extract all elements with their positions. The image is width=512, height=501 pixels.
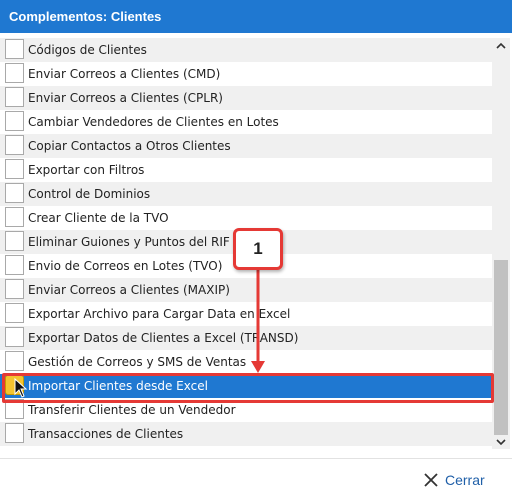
list-item[interactable]: Enviar Correos a Clientes (CMD) [0, 62, 492, 86]
list-item-label: Transacciones de Clientes [28, 427, 184, 441]
list-item-label: Gestión de Correos y SMS de Ventas [28, 355, 247, 369]
vertical-scrollbar[interactable] [492, 38, 510, 449]
scrollbar-thumb[interactable] [494, 260, 508, 435]
list-item[interactable]: Códigos de Clientes [0, 38, 492, 62]
item-checkbox[interactable] [5, 303, 24, 323]
list-item-label: Envio de Correos en Lotes (TVO) [28, 259, 223, 273]
mouse-pointer-icon [14, 378, 28, 398]
list-item[interactable]: Exportar Archivo para Cargar Data en Exc… [0, 302, 492, 326]
step-number-badge: 1 [233, 228, 283, 270]
item-checkbox[interactable] [5, 351, 24, 371]
close-button[interactable]: Cerrar [424, 469, 485, 491]
item-checkbox[interactable] [5, 327, 24, 347]
list-item-label: Enviar Correos a Clientes (MAXIP) [28, 283, 230, 297]
list-item-label: Copiar Contactos a Otros Clientes [28, 139, 231, 153]
list-item[interactable]: Transacciones de Clientes [0, 422, 492, 446]
list-item-label: Exportar Datos de Clientes a Excel (TRAN… [28, 331, 299, 345]
chevron-down-icon[interactable] [492, 435, 510, 449]
close-x-icon [424, 473, 438, 487]
list-item[interactable]: Exportar con Filtros [0, 158, 492, 182]
item-checkbox[interactable] [5, 87, 24, 107]
item-checkbox[interactable] [5, 159, 24, 179]
item-checkbox[interactable] [5, 255, 24, 275]
list-item-label: Cambiar Vendedores de Clientes en Lotes [28, 115, 279, 129]
list-item[interactable]: Gestión de Correos y SMS de Ventas [0, 350, 492, 374]
item-checkbox[interactable] [5, 231, 24, 251]
dialog-title: Complementos: Clientes [0, 0, 512, 33]
list-item[interactable]: Crear Cliente de la TVO [0, 206, 492, 230]
list-item-label: Códigos de Clientes [28, 43, 147, 57]
item-checkbox[interactable] [5, 279, 24, 299]
item-checkbox[interactable] [5, 207, 24, 227]
list-item[interactable]: Control de Dominios [0, 182, 492, 206]
list-item-label: Enviar Correos a Clientes (CPLR) [28, 91, 223, 105]
item-checkbox[interactable] [5, 111, 24, 131]
list-item-label: Eliminar Guiones y Puntos del RIF [28, 235, 230, 249]
list-item[interactable]: Enviar Correos a Clientes (MAXIP) [0, 278, 492, 302]
close-button-label: Cerrar [445, 472, 485, 488]
list-item[interactable]: Exportar Datos de Clientes a Excel (TRAN… [0, 326, 492, 350]
list-item[interactable]: Cambiar Vendedores de Clientes en Lotes [0, 110, 492, 134]
list-item-label: Exportar con Filtros [28, 163, 145, 177]
item-checkbox[interactable] [5, 63, 24, 83]
list-item[interactable]: Copiar Contactos a Otros Clientes [0, 134, 492, 158]
chevron-up-icon[interactable] [492, 38, 510, 52]
item-checkbox[interactable] [5, 183, 24, 203]
item-checkbox[interactable] [5, 423, 24, 443]
item-checkbox[interactable] [5, 39, 24, 59]
footer-divider [0, 458, 512, 459]
list-item-label: Enviar Correos a Clientes (CMD) [28, 67, 221, 81]
list-item[interactable]: Enviar Correos a Clientes (CPLR) [0, 86, 492, 110]
highlight-box [2, 373, 494, 403]
item-checkbox[interactable] [5, 135, 24, 155]
list-item-label: Control de Dominios [28, 187, 151, 201]
list-item-label: Crear Cliente de la TVO [28, 211, 169, 225]
list-item-label: Exportar Archivo para Cargar Data en Exc… [28, 307, 291, 321]
